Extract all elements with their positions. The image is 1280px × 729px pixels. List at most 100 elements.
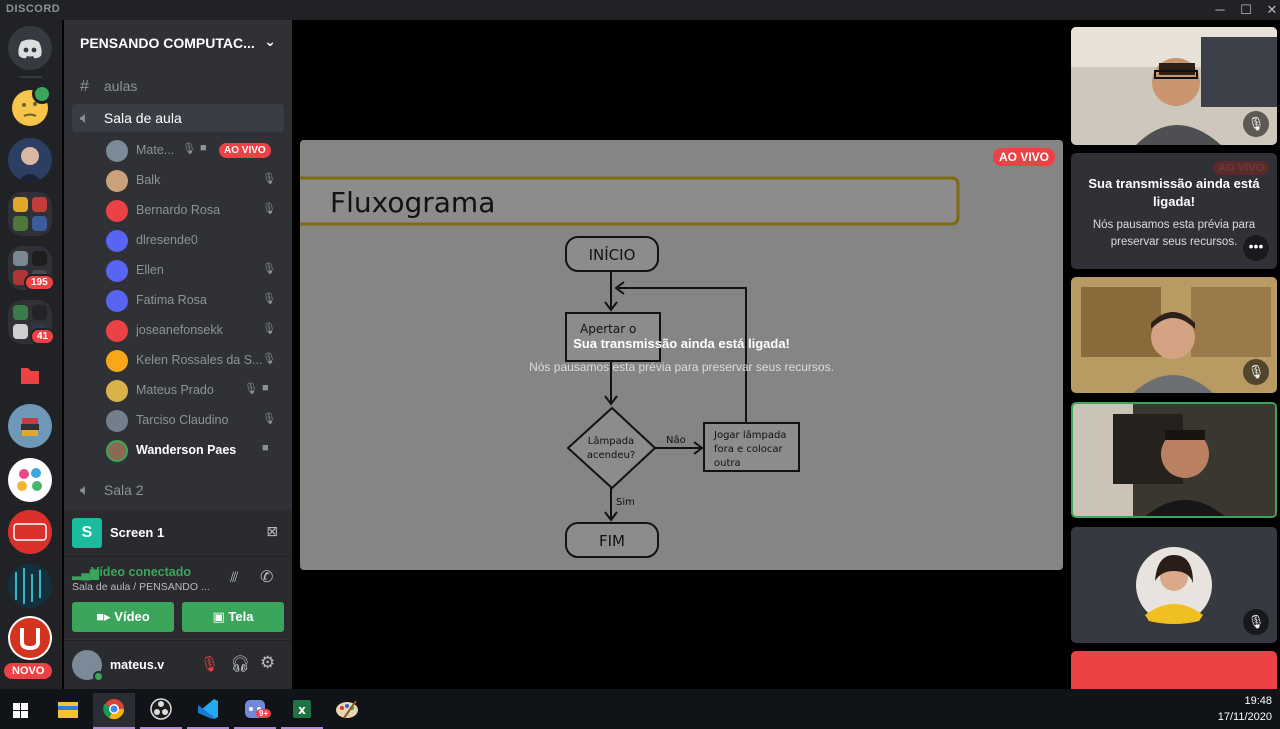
server-books[interactable] — [8, 404, 52, 448]
screen-share-status-icon — [32, 84, 52, 104]
avatar — [106, 380, 128, 402]
live-badge-faded: AO VIVO — [1213, 161, 1269, 175]
channel-sala-2[interactable]: 🔈︎ Sala 2 — [72, 476, 284, 504]
home-button[interactable] — [8, 26, 52, 70]
participant-tile[interactable]: 🎙︎ — [1071, 277, 1277, 393]
voice-user[interactable]: dlresende0 — [104, 226, 284, 254]
username[interactable]: mateus.v — [110, 658, 164, 672]
channel-label: Sala de aula — [103, 110, 182, 126]
voice-user[interactable]: Balk 🎙︎ — [104, 166, 284, 194]
guild-header[interactable]: PENSANDO COMPUTAC... ⌄ — [64, 20, 292, 66]
vscode-icon — [198, 699, 218, 719]
headphones-icon[interactable]: 🎧︎ — [230, 654, 250, 674]
anime-avatar-icon — [8, 138, 52, 182]
server-u-logo[interactable] — [8, 616, 52, 660]
minimize-button[interactable]: ─ — [1208, 1, 1232, 19]
taskbar-file-explorer[interactable] — [46, 693, 88, 729]
voice-user-name: joseanefonsekk — [136, 323, 223, 337]
server-folder-1[interactable] — [8, 192, 52, 236]
noise-suppression-icon[interactable]: ⫻ — [230, 569, 238, 586]
mic-muted-icon: 🎙︎ — [1243, 609, 1269, 635]
voice-user[interactable]: Mateus Prado 🎙︎ ■ — [104, 376, 284, 404]
taskbar-excel[interactable]: x — [281, 693, 323, 729]
taskbar-discord[interactable]: 9+ — [234, 693, 276, 729]
server-anime-avatar[interactable] — [8, 138, 52, 182]
mic-muted-icon[interactable]: 🎙︎ — [200, 655, 219, 673]
taskbar-chrome[interactable] — [93, 693, 135, 729]
maximize-button[interactable]: ☐ — [1234, 1, 1258, 19]
voice-location[interactable]: Sala de aula / PENSANDO ... — [72, 581, 210, 593]
server-singular[interactable] — [8, 510, 52, 554]
video-camera-icon: ■▸ — [96, 609, 115, 624]
excel-icon: x — [293, 700, 311, 718]
more-options-icon[interactable]: ••• — [1243, 235, 1269, 261]
paused-subtitle: Nós pausamos esta prévia para preservar … — [529, 360, 834, 374]
voice-user-speaking[interactable]: Wanderson Paes ■ — [104, 436, 284, 464]
voice-user[interactable]: joseanefonsekk 🎙︎ — [104, 316, 284, 344]
u-logo-icon — [10, 618, 50, 658]
paused-title-line: Sua transmissão ainda está — [1088, 176, 1260, 191]
participant-tile-partial[interactable] — [1071, 651, 1277, 691]
online-status-icon — [93, 671, 104, 682]
taskbar-paint[interactable] — [326, 693, 368, 729]
voice-user[interactable]: Kelen Rossales da S... 🎙︎ — [104, 346, 284, 374]
participant-tile[interactable]: 🎙︎ — [1071, 27, 1277, 145]
paused-title-line: ligada! — [1153, 194, 1195, 209]
taskbar-obs[interactable] — [140, 693, 182, 729]
live-badge: AO VIVO — [219, 143, 271, 158]
voice-user-name: Tarciso Claudino — [136, 413, 229, 427]
books-icon — [8, 404, 52, 448]
voice-connected-panel: ▂▄▆ Vídeo conectado Sala de aula / PENSA… — [64, 556, 292, 639]
folder-icon — [58, 702, 78, 718]
app-title: DISCORD — [6, 3, 61, 15]
channel-label: Sala 2 — [103, 482, 144, 498]
channel-sala-de-aula[interactable]: 🔈︎ Sala de aula — [72, 104, 284, 132]
screen-share-label: Screen 1 — [110, 525, 165, 540]
voice-status[interactable]: Vídeo conectado — [91, 565, 191, 579]
participant-tile-avatar[interactable]: 🎙︎ — [1071, 527, 1277, 643]
avatar — [106, 260, 128, 282]
video-button[interactable]: ■▸ Vídeo — [72, 602, 174, 632]
stream-preview[interactable]: Fluxograma INÍCIO Apertar o Lâmpada acen… — [300, 140, 1063, 570]
unread-badge: 41 — [30, 328, 56, 345]
server-folder-icon — [13, 197, 47, 231]
voice-user[interactable]: Bernardo Rosa 🎙︎ — [104, 196, 284, 224]
channel-aulas[interactable]: # aulas — [72, 72, 284, 100]
close-button[interactable]: ✕ — [1260, 1, 1280, 19]
voice-user-name: Balk — [136, 173, 161, 187]
server-colorful[interactable] — [8, 458, 52, 502]
title-bar: DISCORD ─ ☐ ✕ — [0, 0, 1280, 20]
live-badge: AO VIVO — [992, 148, 1055, 166]
notification-badge: 9+ — [256, 709, 272, 718]
voice-user[interactable]: Fatima Rosa 🎙︎ — [104, 286, 284, 314]
server-folder-red[interactable] — [8, 354, 52, 398]
system-clock[interactable]: 19:48 17/11/2020 — [1218, 693, 1272, 725]
voice-user[interactable]: Ellen 🎙︎ — [104, 256, 284, 284]
voice-user-name: Wanderson Paes — [136, 443, 237, 457]
chrome-icon — [103, 699, 125, 720]
mic-muted-icon: 🎙︎ — [262, 263, 276, 275]
avatar — [106, 140, 128, 162]
stop-stream-icon[interactable]: ⊠ — [266, 523, 278, 540]
windows-logo-icon — [13, 703, 28, 718]
screen-button[interactable]: ▣ Tela — [182, 602, 284, 632]
speaker-icon: 🔈︎ — [80, 110, 90, 127]
video-button-label: Vídeo — [114, 609, 150, 624]
disconnect-icon[interactable]: ✆ — [260, 567, 273, 587]
svg-text:x: x — [298, 703, 306, 717]
mic-muted-icon: 🎙︎ — [262, 173, 276, 185]
video-camera-icon: ■ — [262, 382, 269, 394]
stream-preview-tile[interactable]: AO VIVO Sua transmissão ainda está ligad… — [1071, 153, 1277, 269]
voice-user[interactable]: Tarciso Claudino 🎙︎ — [104, 406, 284, 434]
start-button[interactable] — [0, 693, 42, 729]
server-matrix[interactable] — [8, 564, 52, 608]
gear-icon[interactable]: ⚙ — [260, 653, 275, 673]
participant-tiles: 🎙︎ AO VIVO Sua transmissão ainda está li… — [1068, 20, 1280, 691]
obs-icon — [150, 698, 172, 720]
discord-logo-icon — [245, 700, 265, 718]
participant-tile-speaking[interactable] — [1071, 402, 1277, 518]
speaker-icon: 🔈︎ — [80, 482, 90, 499]
voice-user-name: Ellen — [136, 263, 164, 277]
voice-user[interactable]: Mate... 🎙︎ ■ AO VIVO — [104, 136, 284, 164]
taskbar-vscode[interactable] — [187, 693, 229, 729]
